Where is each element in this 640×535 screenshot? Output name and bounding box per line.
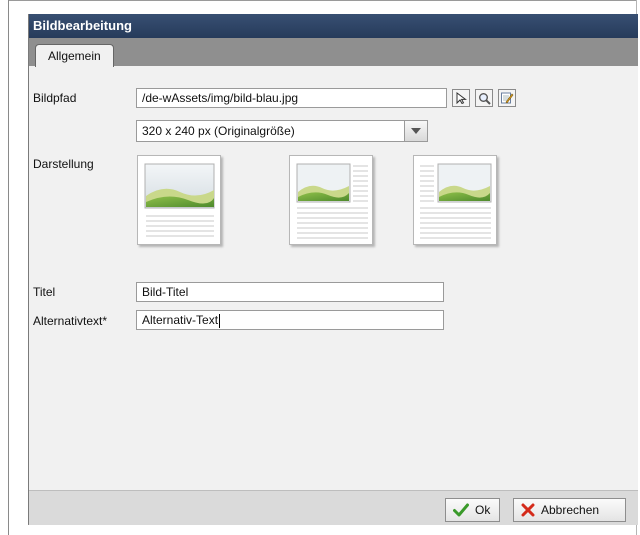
image-size-select[interactable]: 320 x 240 px (Originalgröße) xyxy=(136,120,428,142)
window-frame-top xyxy=(8,0,637,1)
cancel-button-label: Abbrechen xyxy=(541,503,600,517)
titel-input[interactable]: Bild-Titel xyxy=(136,282,444,302)
layout-image-right-icon xyxy=(420,163,492,239)
ok-button-label: Ok xyxy=(475,503,491,517)
cursor-arrow-icon xyxy=(456,92,467,104)
edit-note-icon xyxy=(501,92,514,104)
dialog-footer: Ok Abbrechen xyxy=(29,490,638,525)
text-caret xyxy=(219,313,221,328)
tab-strip: Allgemein xyxy=(29,38,638,67)
darstellung-label: Darstellung xyxy=(33,157,94,171)
cancel-button[interactable]: Abbrechen xyxy=(513,498,626,522)
close-icon xyxy=(521,503,535,517)
alternativtext-input[interactable]: Alternativ-Text xyxy=(136,310,444,330)
tab-allgemein[interactable]: Allgemein xyxy=(35,44,114,67)
window-frame-left xyxy=(8,0,9,535)
alternativtext-label: Alternativtext* xyxy=(33,314,108,328)
magnifier-icon xyxy=(478,92,491,105)
dialog-title[interactable]: Bildbearbeitung xyxy=(29,14,638,38)
bildpfad-label: Bildpfad xyxy=(33,91,77,105)
image-size-select-value: 320 x 240 px (Originalgröße) xyxy=(142,124,295,138)
titel-label: Titel xyxy=(33,285,56,299)
layout-option-image-top[interactable] xyxy=(137,155,221,245)
image-edit-dialog: Bildbearbeitung Allgemein Bildpfad /de-w… xyxy=(28,14,638,525)
edit-button[interactable] xyxy=(498,89,516,107)
search-button[interactable] xyxy=(475,89,493,107)
layout-option-image-right[interactable] xyxy=(413,155,497,245)
browse-button[interactable] xyxy=(452,89,470,107)
layout-image-top-icon xyxy=(144,163,215,237)
ok-button[interactable]: Ok xyxy=(445,498,500,522)
checkmark-icon xyxy=(453,503,469,517)
layout-image-left-icon xyxy=(296,163,368,239)
alternativtext-value: Alternativ-Text xyxy=(142,313,219,327)
chevron-down-icon[interactable] xyxy=(404,121,427,141)
bildpfad-input[interactable]: /de-wAssets/img/bild-blau.jpg xyxy=(136,88,447,108)
layout-option-image-left[interactable] xyxy=(289,155,373,245)
